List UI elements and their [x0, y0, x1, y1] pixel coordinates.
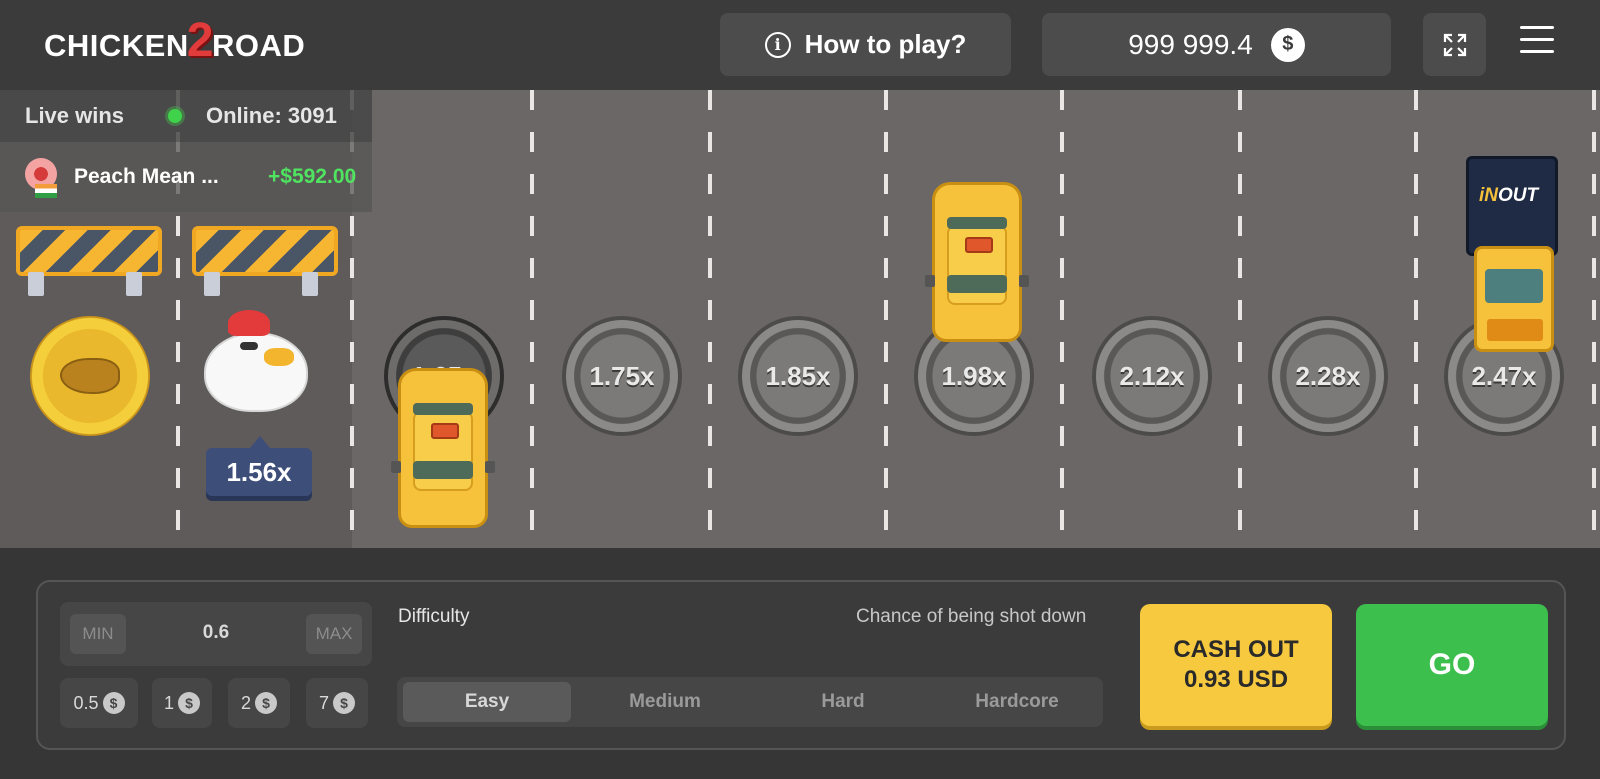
lane-manhole[interactable]: 1.75x [562, 316, 682, 436]
live-wins-label: Live wins [25, 103, 125, 128]
chip-button-2[interactable]: 2 $ [228, 678, 290, 728]
lane-divider [884, 90, 888, 548]
chip-button-1[interactable]: 1 $ [152, 678, 212, 728]
live-win-entry: Peach Mean ... +$592.00 [0, 142, 372, 212]
game-logo: CHICKEN 2 ROAD [44, 14, 306, 72]
dollar-coin-icon: $ [178, 692, 200, 714]
chip-value: 2 [240, 692, 251, 713]
lane-divider [1414, 90, 1418, 548]
logo-text-road: ROAD [211, 28, 306, 63]
lane-divider [1238, 90, 1242, 548]
chip-button-7[interactable]: 7 $ [306, 678, 368, 728]
dollar-coin-icon: $ [1270, 27, 1305, 62]
chip-value: 0.5 [73, 692, 99, 713]
balance-display: 999 999.4 $ [1042, 13, 1391, 76]
chicken-player [200, 304, 312, 416]
dollar-coin-icon: $ [255, 692, 277, 714]
taxi-car [391, 368, 495, 528]
lane-manhole[interactable]: 2.12x [1092, 316, 1212, 436]
chip-button-0-5[interactable]: 0.5 $ [60, 678, 138, 728]
truck-cab [1474, 246, 1554, 352]
chip-value: 1 [163, 692, 174, 713]
fullscreen-button[interactable] [1423, 13, 1486, 76]
lane-manhole[interactable]: 1.85x [738, 316, 858, 436]
delivery-truck: iNOUT [1462, 156, 1562, 354]
game-road: Live wins Online: 3091 Peach Mean ... +$… [0, 90, 1600, 548]
how-to-play-button[interactable]: i How to play? [720, 13, 1011, 76]
difficulty-label: Difficulty [398, 606, 470, 627]
difficulty-selector: Easy Medium Hard Hardcore [397, 677, 1103, 727]
bet-amount-input[interactable]: 0.6 [180, 622, 252, 644]
chance-label: Chance of being shot down [856, 606, 1087, 627]
go-button[interactable]: GO [1356, 604, 1548, 726]
difficulty-tab-hard[interactable]: Hard [759, 682, 927, 722]
difficulty-tab-medium[interactable]: Medium [581, 682, 749, 722]
difficulty-tab-hardcore[interactable]: Hardcore [937, 682, 1097, 722]
lane-divider [708, 90, 712, 548]
chip-value: 7 [318, 692, 329, 713]
road-barrier [192, 226, 338, 296]
roast-chicken-icon [60, 358, 120, 394]
header-bar: CHICKEN 2 ROAD i How to play? 999 999.4 … [0, 0, 1600, 90]
how-to-play-label: How to play? [804, 29, 967, 59]
lane-manhole[interactable]: 2.28x [1268, 316, 1388, 436]
truck-brand-logo: iNOUT [1479, 185, 1539, 206]
country-flag-icon [35, 184, 57, 198]
current-multiplier-tag: 1.56x [206, 436, 312, 496]
logo-text-two: 2 [186, 13, 214, 67]
winner-name: Peach Mean ... [74, 165, 219, 188]
online-status-dot [168, 109, 182, 123]
online-count: Online: 3091 [206, 103, 337, 128]
hamburger-menu-icon[interactable] [1520, 26, 1554, 56]
game-app: CHICKEN 2 ROAD i How to play? 999 999.4 … [0, 0, 1600, 779]
balance-amount: 999 999.4 [1128, 28, 1253, 60]
control-panel: MIN 0.6 MAX 0.5 $ 1 $ 2 $ 7 $ Difficulty Cha… [36, 580, 1566, 750]
expand-icon [1443, 33, 1466, 56]
cash-out-button[interactable]: CASH OUT 0.93 USD [1140, 604, 1332, 726]
max-bet-button[interactable]: MAX [306, 614, 362, 654]
road-barrier [16, 226, 162, 296]
lane-divider [1060, 90, 1064, 548]
logo-text-chicken: CHICKEN [44, 28, 189, 63]
dollar-coin-icon: $ [102, 692, 125, 714]
min-bet-button[interactable]: MIN [70, 614, 126, 654]
cash-out-label: CASH OUT [1173, 636, 1299, 663]
truck-cargo: iNOUT [1466, 156, 1558, 256]
dollar-coin-icon: $ [333, 692, 355, 714]
win-amount: +$592.00 [268, 165, 357, 188]
taxi-car [925, 182, 1029, 342]
bet-amount-field: MIN 0.6 MAX [60, 602, 372, 666]
lane-divider [1592, 90, 1596, 548]
cash-out-amount: 0.93 USD [1183, 666, 1289, 693]
roast-chicken-coin [30, 316, 150, 436]
difficulty-tab-easy[interactable]: Easy [403, 682, 571, 722]
info-icon: i [764, 31, 791, 58]
live-wins-bar: Live wins Online: 3091 [0, 90, 372, 142]
lane-divider [530, 90, 534, 548]
